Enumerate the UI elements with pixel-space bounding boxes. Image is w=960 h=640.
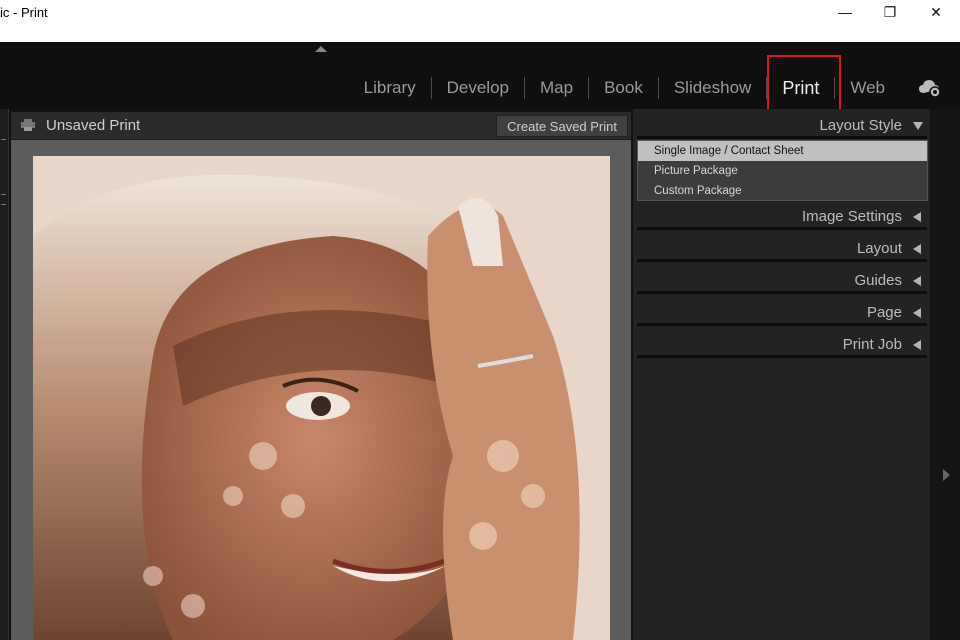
module-map[interactable]: Map	[525, 77, 590, 99]
module-web[interactable]: Web	[835, 77, 900, 99]
expanded-triangle-icon	[913, 122, 923, 130]
minimize-icon: —	[838, 4, 852, 20]
panel-header-image-settings[interactable]: Image Settings	[637, 204, 927, 230]
collapsed-triangle-icon	[913, 308, 921, 318]
portrait-photo	[33, 156, 610, 640]
print-preview-area: Unsaved Print Create Saved Print	[11, 112, 631, 640]
document-title: Unsaved Print	[46, 117, 141, 134]
left-panel-collapsed[interactable]	[0, 109, 9, 640]
cloud-sync-icon[interactable]	[918, 78, 942, 98]
module-develop[interactable]: Develop	[432, 77, 525, 99]
collapsed-triangle-icon	[913, 212, 921, 222]
print-module-highlight	[767, 55, 841, 115]
right-panel: Layout Style Single Image / Contact Shee…	[632, 109, 930, 640]
panel-label: Print Job	[842, 336, 902, 353]
printer-icon	[21, 119, 35, 131]
preview-header: Unsaved Print Create Saved Print	[11, 112, 631, 140]
panel-header-layout[interactable]: Layout	[637, 236, 927, 262]
minimize-button[interactable]: —	[822, 0, 868, 24]
window-title: ic - Print	[0, 5, 48, 20]
panel-tick	[1, 204, 6, 205]
panel-label: Layout	[856, 240, 902, 257]
panel-header-layout-style[interactable]: Layout Style	[637, 113, 927, 139]
module-library[interactable]: Library	[349, 77, 432, 99]
layout-style-list: Single Image / Contact Sheet Picture Pac…	[637, 140, 928, 201]
layout-style-custom-package[interactable]: Custom Package	[638, 181, 927, 201]
panel-label: Guides	[854, 272, 902, 289]
window-title-bar: ic - Print — ❐ ✕	[0, 0, 960, 42]
expand-panel-arrow-icon[interactable]	[943, 469, 950, 481]
print-canvas	[11, 140, 631, 640]
layout-style-single-image[interactable]: Single Image / Contact Sheet	[638, 141, 927, 161]
restore-icon: ❐	[883, 3, 897, 20]
panel-tick	[1, 139, 6, 140]
print-photo[interactable]	[33, 156, 610, 640]
module-slideshow[interactable]: Slideshow	[659, 77, 768, 99]
right-panel-edge[interactable]	[932, 109, 960, 640]
collapsed-triangle-icon	[913, 340, 921, 350]
panel-label: Image Settings	[801, 208, 902, 225]
panel-label: Layout Style	[819, 117, 902, 134]
panel-header-print-job[interactable]: Print Job	[637, 332, 927, 358]
close-icon: ✕	[930, 3, 942, 20]
restore-button[interactable]: ❐	[867, 0, 913, 24]
collapse-top-panel-icon[interactable]	[315, 46, 327, 52]
create-saved-print-button[interactable]: Create Saved Print	[496, 115, 628, 137]
collapsed-triangle-icon	[913, 276, 921, 286]
module-book[interactable]: Book	[589, 77, 659, 99]
panel-label: Page	[866, 304, 902, 321]
collapsed-triangle-icon	[913, 244, 921, 254]
close-button[interactable]: ✕	[913, 0, 959, 24]
panel-header-page[interactable]: Page	[637, 300, 927, 326]
panel-tick	[1, 194, 6, 195]
layout-style-picture-package[interactable]: Picture Package	[638, 161, 927, 181]
panel-header-guides[interactable]: Guides	[637, 268, 927, 294]
